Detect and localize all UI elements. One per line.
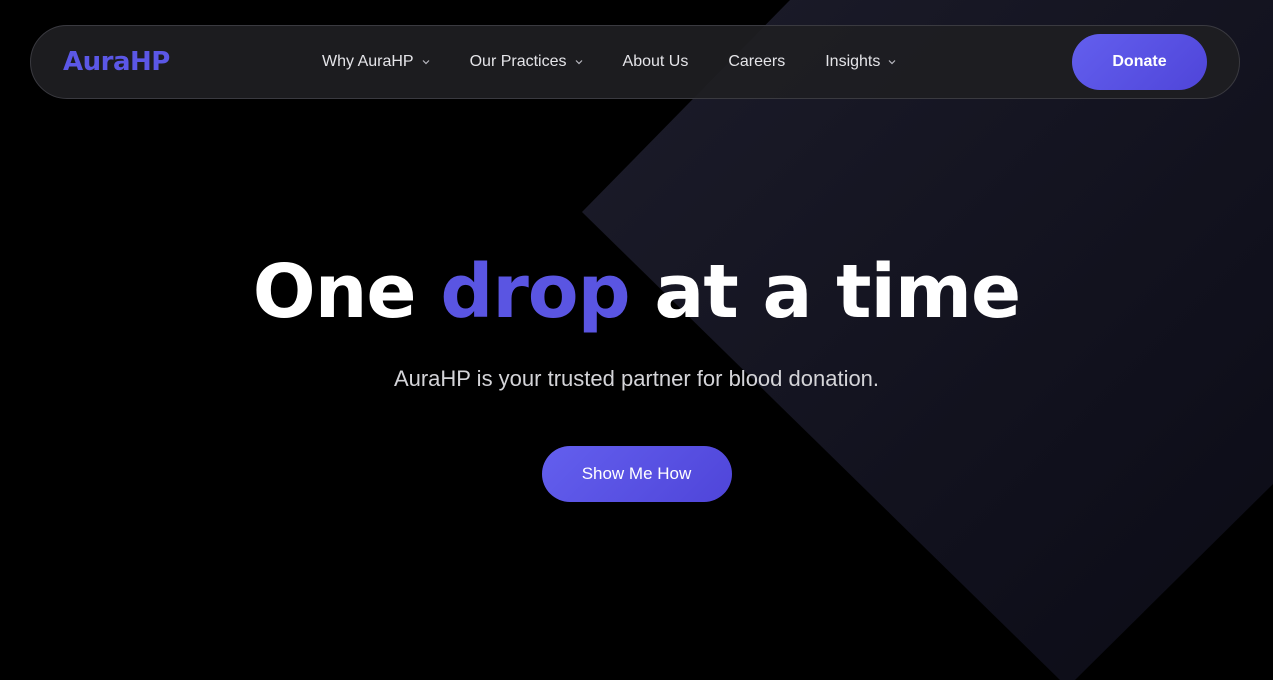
top-navbar: AuraHP Why AuraHP Our Practices About Us…	[30, 25, 1240, 99]
donate-button[interactable]: Donate	[1072, 34, 1207, 90]
hero-subtitle: AuraHP is your trusted partner for blood…	[393, 366, 880, 391]
page: AuraHP Why AuraHP Our Practices About Us…	[0, 0, 1273, 680]
headline-text-end: at a time	[629, 249, 1021, 335]
hero-section: One drop at a time AuraHP is your truste…	[0, 240, 1273, 502]
nav-item-label: Why AuraHP	[322, 53, 414, 70]
nav-item-our-practices[interactable]: Our Practices	[470, 53, 583, 71]
show-me-how-button[interactable]: Show Me How	[541, 446, 732, 502]
chevron-down-icon	[888, 60, 896, 65]
headline-text-start: One	[252, 249, 441, 335]
hero-headline: One drop at a time	[0, 240, 1273, 344]
chevron-down-icon	[422, 60, 430, 65]
nav-item-label: Our Practices	[469, 53, 567, 70]
nav-item-label: About Us	[622, 53, 689, 70]
nav-item-insights[interactable]: Insights	[825, 53, 896, 71]
nav-item-careers[interactable]: Careers	[728, 53, 785, 71]
nav-item-about-us[interactable]: About Us	[623, 53, 689, 71]
chevron-down-icon	[575, 60, 582, 65]
nav-links: Why AuraHP Our Practices About Us Career…	[322, 26, 936, 98]
nav-item-why-aurahp[interactable]: Why AuraHP	[322, 53, 430, 71]
nav-item-label: Careers	[728, 53, 786, 70]
nav-item-label: Insights	[825, 53, 881, 70]
brand-logo[interactable]: AuraHP	[63, 44, 170, 80]
headline-accent-word: drop	[440, 249, 630, 335]
